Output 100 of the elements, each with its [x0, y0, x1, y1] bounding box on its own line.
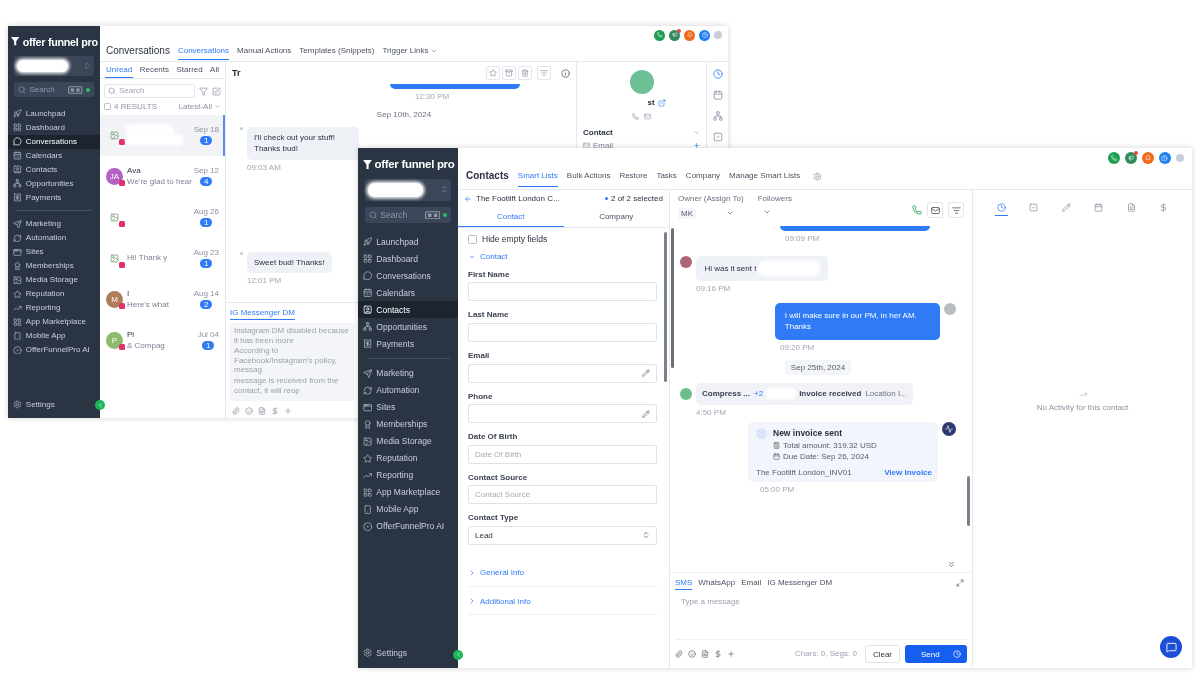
- nav-item[interactable]: Settings: [8, 397, 60, 412]
- section-toggle[interactable]: General Info: [468, 567, 657, 587]
- message-time: 12:30 PM: [415, 92, 450, 102]
- message-bubble: I will make sure in our PM, in her AM. Thanks: [775, 303, 940, 340]
- field-label: Email: [593, 141, 613, 151]
- nav-item[interactable]: Calendars: [8, 148, 100, 163]
- filter-tab[interactable]: Unread: [105, 62, 134, 78]
- nav-item[interactable]: Dashboard: [358, 250, 458, 268]
- nav-item[interactable]: Reporting: [8, 300, 100, 315]
- message-preview: & Compag: [127, 341, 165, 351]
- channel-tab[interactable]: SMS: [675, 576, 693, 590]
- send-button[interactable]: Send: [905, 645, 967, 663]
- page-title: Conversations: [106, 45, 170, 57]
- nav-item[interactable]: Dashboard: [8, 120, 100, 135]
- extra-count: +2: [754, 389, 764, 399]
- field-label: Email: [468, 350, 490, 361]
- nav-tab[interactable]: Trigger Links: [382, 42, 429, 60]
- activity-event: Invoice received: [799, 389, 862, 399]
- nav-tab[interactable]: Conversations: [177, 42, 230, 60]
- nav-tab[interactable]: Company: [685, 165, 721, 187]
- empty-state-text: No Activity for this contact: [1036, 403, 1129, 413]
- date-separator: Sep 25th, 2024: [784, 360, 852, 376]
- nav-item[interactable]: Payments: [8, 190, 100, 205]
- nav-item[interactable]: OfferFunnelPro AI: [8, 342, 100, 357]
- character-counter: Chars: 0, Segs: 0: [795, 649, 857, 659]
- nav-tab[interactable]: Templates (Snippets): [299, 42, 375, 60]
- unread-count: 1: [200, 136, 213, 146]
- nav-item[interactable]: Launchpad: [358, 233, 458, 251]
- channel-tab[interactable]: IG Messenger DM: [767, 576, 833, 590]
- field-label: Phone: [468, 391, 493, 402]
- contact-name: Ava: [127, 165, 141, 176]
- nav-item[interactable]: Automation: [8, 230, 100, 245]
- nav-item[interactable]: Contacts: [358, 301, 458, 319]
- nav-tab[interactable]: Bulk Actions: [566, 165, 611, 187]
- message-time: 4:50 PM: [696, 407, 726, 418]
- field-label: Date Of Birth: [468, 432, 518, 442]
- nav-item[interactable]: Memberships: [8, 258, 100, 273]
- nav-item[interactable]: Settings: [358, 644, 413, 662]
- clear-button[interactable]: Clear: [864, 645, 900, 663]
- nav-item[interactable]: Reputation: [358, 449, 458, 467]
- conversation-date: Sep 18: [193, 124, 219, 135]
- filter-tab[interactable]: Starred: [175, 62, 204, 78]
- select-field[interactable]: Lead: [468, 525, 657, 545]
- unread-count: 2: [200, 300, 213, 310]
- nav-item[interactable]: App Marketplace: [358, 483, 458, 501]
- detail-tab[interactable]: Contact: [458, 207, 564, 227]
- nav-item[interactable]: Media Storage: [358, 432, 458, 450]
- nav-item[interactable]: Conversations: [8, 134, 100, 149]
- nav-item[interactable]: Sites: [8, 244, 100, 259]
- nav-tab[interactable]: Tasks: [656, 165, 677, 187]
- message-bubble: Hi was it sent t: [696, 255, 828, 281]
- nav-item[interactable]: Marketing: [358, 364, 458, 382]
- nav-item[interactable]: Launchpad: [8, 106, 100, 121]
- nav-item[interactable]: OfferFunnelPro AI: [358, 517, 458, 535]
- contact-avatar: P: [106, 331, 123, 349]
- nav-item[interactable]: Mobile App: [8, 328, 100, 343]
- channel-tab[interactable]: Email: [741, 576, 762, 590]
- unread-count: 4: [200, 177, 213, 187]
- nav-item[interactable]: Opportunities: [8, 176, 100, 191]
- nav-item[interactable]: Payments: [358, 335, 458, 353]
- message-preview: Hi! Thank y: [127, 253, 168, 263]
- nav-item[interactable]: Media Storage: [8, 272, 100, 287]
- contact-name: Pi: [127, 329, 135, 340]
- invoice-due-date: Due Date: Sep 26, 2024: [783, 452, 869, 462]
- nav-item[interactable]: Reputation: [8, 286, 100, 301]
- nav-item[interactable]: Contacts: [8, 162, 100, 177]
- nav-item[interactable]: App Marketplace: [8, 314, 100, 329]
- nav-tab[interactable]: Restore: [619, 165, 648, 187]
- message-bubble: Sweet bud! Thanks!: [247, 252, 332, 274]
- nav-item[interactable]: Marketing: [8, 216, 100, 231]
- detail-tab[interactable]: Company: [563, 207, 669, 227]
- unread-count: 1: [202, 341, 215, 351]
- filter-tab[interactable]: All: [209, 62, 220, 78]
- field-label: Owner (Assign To): [678, 194, 744, 204]
- nav-item[interactable]: Calendars: [358, 284, 458, 302]
- field-label: Contact Type: [468, 513, 519, 523]
- section-toggle[interactable]: Contact: [468, 252, 657, 262]
- section-toggle[interactable]: Additional Info: [468, 596, 657, 616]
- contact-name: I: [127, 288, 130, 299]
- conversation-item[interactable]: Sep 18 1: [100, 114, 225, 156]
- nav-tab[interactable]: Manual Actions: [237, 42, 292, 60]
- nav-item[interactable]: Conversations: [358, 267, 458, 285]
- nav-item[interactable]: Mobile App: [358, 500, 458, 518]
- view-invoice-link[interactable]: View Invoice: [884, 467, 932, 478]
- nav-item[interactable]: Automation: [358, 381, 458, 399]
- nav-item[interactable]: Memberships: [358, 415, 458, 433]
- date-separator: Sep 10th, 2024: [376, 109, 432, 120]
- message-time: 09:20 PM: [780, 342, 815, 353]
- message-preview: Here's what: [127, 300, 169, 310]
- channel-tab[interactable]: IG Messenger DM: [230, 306, 295, 320]
- nav-tab[interactable]: Smart Lists: [517, 165, 558, 187]
- channel-tab[interactable]: WhatsApp: [698, 576, 736, 590]
- notice-text: message is received from the contact, it will reop: [234, 375, 340, 396]
- nav-item[interactable]: Sites: [358, 398, 458, 416]
- filter-tab[interactable]: Recents: [138, 62, 171, 78]
- nav-item[interactable]: Opportunities: [358, 318, 458, 336]
- nav-tab[interactable]: Manage Smart Lists: [729, 165, 801, 187]
- message-time: 09:03 AM: [247, 162, 281, 173]
- nav-item[interactable]: Reporting: [358, 466, 458, 484]
- unread-count: 1: [200, 259, 213, 269]
